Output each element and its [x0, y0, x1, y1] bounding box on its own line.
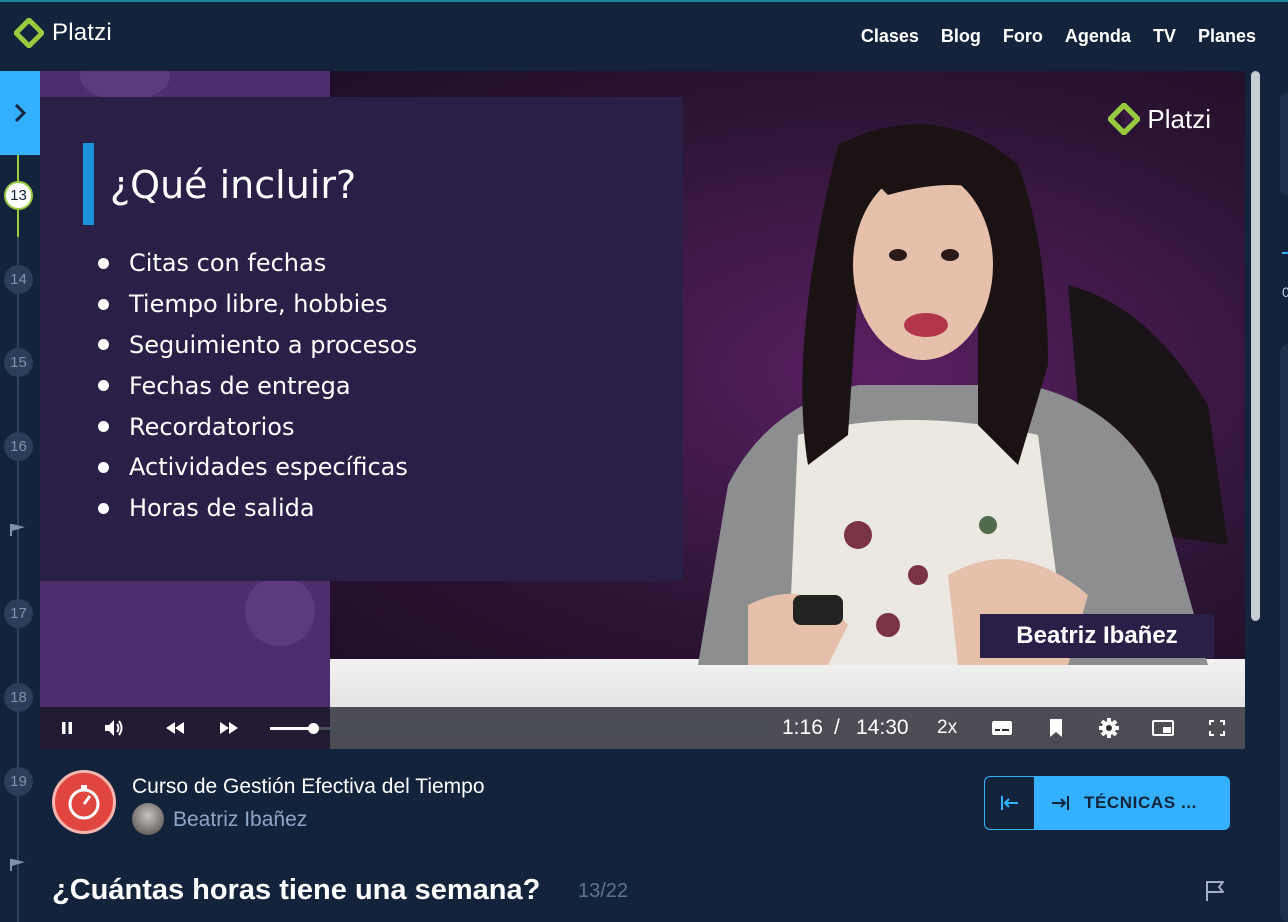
- slide-title: ¿Qué incluir?: [110, 163, 357, 207]
- nav-link-tv[interactable]: TV: [1153, 26, 1176, 47]
- next-lesson-label: TÉCNICAS ...: [1084, 793, 1197, 812]
- volume-icon: [105, 720, 123, 736]
- rail-toggle-button[interactable]: [0, 71, 40, 155]
- fast-forward-button[interactable]: [216, 716, 242, 740]
- rewind-button[interactable]: [162, 716, 188, 740]
- rail-lesson-17[interactable]: 17: [4, 599, 33, 628]
- slide-bullet: Recordatorios: [98, 406, 417, 447]
- next-lesson-button[interactable]: TÉCNICAS ...: [1034, 776, 1230, 830]
- teacher-name[interactable]: Beatriz Ibañez: [173, 808, 307, 832]
- nav-link-blog[interactable]: Blog: [941, 26, 981, 47]
- time-separator: /: [834, 716, 840, 739]
- slide-bullet-list: Citas con fechas Tiempo libre, hobbies S…: [98, 243, 417, 529]
- page-title: ¿Cuántas horas tiene una semana?: [52, 874, 541, 906]
- video-slide: ¿Qué incluir? Citas con fechas Tiempo li…: [40, 97, 683, 581]
- fullscreen-icon: [1209, 720, 1225, 736]
- gear-icon: [1099, 718, 1119, 738]
- nav-link-agenda[interactable]: Agenda: [1065, 26, 1131, 47]
- arrow-left-to-line-icon: [1000, 796, 1018, 810]
- duration: 14:30: [856, 716, 909, 739]
- rail-lesson-16[interactable]: 16: [4, 432, 33, 461]
- current-time: 1:16: [782, 716, 823, 739]
- slide-bullet: Fechas de entrega: [98, 365, 417, 406]
- slide-bullet: Citas con fechas: [98, 243, 417, 284]
- nav-link-foro[interactable]: Foro: [1003, 26, 1043, 47]
- lesson-rail: 13 14 15 16 17 18 19: [0, 71, 40, 922]
- avatar: [132, 803, 164, 835]
- deco-shape: [245, 576, 315, 646]
- rewind-icon: [166, 722, 184, 734]
- rail-flag-icon[interactable]: [9, 858, 27, 872]
- video-progress-fill: [270, 727, 314, 730]
- presenter-figure: [698, 124, 1228, 665]
- bookmark-button[interactable]: [1046, 716, 1066, 740]
- subtitles-button[interactable]: [990, 716, 1014, 740]
- page-scrollbar[interactable]: [1251, 71, 1260, 621]
- slide-accent-bar: [83, 143, 94, 225]
- chevron-right-icon: [14, 103, 27, 123]
- volume-button[interactable]: [102, 716, 126, 740]
- top-navbar: Platzi Clases Blog Foro Agenda TV Planes: [0, 0, 1288, 71]
- slide-bullet: Actividades específicas: [98, 447, 417, 488]
- right-panel-tab-indicator: [1282, 252, 1288, 254]
- picture-in-picture-button[interactable]: [1151, 716, 1175, 740]
- slide-bullet: Horas de salida: [98, 488, 417, 529]
- video-progress-bar[interactable]: [270, 723, 764, 734]
- presenter-name-caption: Beatriz Ibañez: [980, 614, 1214, 658]
- subtitles-icon: [992, 721, 1012, 735]
- picture-in-picture-icon: [1152, 720, 1174, 736]
- lesson-navigation: TÉCNICAS ...: [984, 776, 1230, 830]
- right-panel-text: 0: [1282, 284, 1288, 300]
- arrow-right-to-line-icon: [1052, 796, 1069, 810]
- pause-button[interactable]: [56, 716, 78, 740]
- course-title[interactable]: Curso de Gestión Efectiva del Tiempo: [132, 775, 485, 799]
- slide-bullet: Seguimiento a procesos: [98, 325, 417, 366]
- rail-lesson-13[interactable]: 13: [4, 181, 33, 210]
- slide-bullet: Tiempo libre, hobbies: [98, 284, 417, 325]
- platzi-logo-text: Platzi: [52, 19, 112, 46]
- flag-icon[interactable]: [1203, 879, 1227, 903]
- rail-lesson-15[interactable]: 15: [4, 348, 33, 377]
- video-controls: 1:16 / 14:30 2x: [40, 707, 1245, 749]
- pause-icon: [62, 722, 72, 734]
- nav-link-planes[interactable]: Planes: [1198, 26, 1256, 47]
- fullscreen-button[interactable]: [1206, 716, 1228, 740]
- video-player[interactable]: ¿Qué incluir? Citas con fechas Tiempo li…: [40, 71, 1245, 749]
- rail-lesson-14[interactable]: 14: [4, 265, 33, 294]
- fast-forward-icon: [220, 722, 238, 734]
- right-panel-card: [1280, 92, 1288, 196]
- stopwatch-icon: [68, 785, 100, 820]
- course-badge[interactable]: [52, 770, 116, 834]
- playback-speed-button[interactable]: 2x: [937, 717, 957, 739]
- rail-lesson-18[interactable]: 18: [4, 683, 33, 712]
- settings-button[interactable]: [1097, 716, 1121, 740]
- platzi-logo[interactable]: Platzi: [14, 18, 112, 48]
- rail-lesson-19[interactable]: 19: [4, 767, 33, 796]
- video-progress-handle[interactable]: [308, 723, 320, 734]
- rail-flag-icon[interactable]: [9, 523, 27, 537]
- bookmark-icon: [1050, 719, 1062, 737]
- previous-lesson-button[interactable]: [984, 776, 1034, 830]
- platzi-logo-icon: [14, 18, 44, 48]
- nav-link-clases[interactable]: Clases: [861, 26, 919, 47]
- right-panel-card: [1280, 344, 1288, 922]
- main-nav: Clases Blog Foro Agenda TV Planes: [861, 26, 1256, 47]
- lesson-counter: 13/22: [578, 880, 629, 902]
